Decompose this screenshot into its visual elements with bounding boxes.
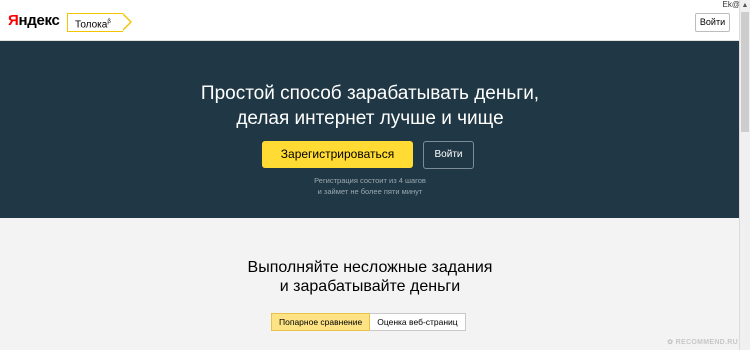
scroll-thumb[interactable] bbox=[741, 12, 749, 132]
register-button[interactable]: Зарегистрироваться bbox=[262, 141, 413, 168]
header-login-button[interactable]: Войти bbox=[695, 13, 730, 32]
watermark: ✿ RECOMMEND.RU bbox=[667, 339, 738, 346]
page-scrollbar[interactable]: ▲ bbox=[739, 0, 750, 350]
tasks-title-line-2: и зарабатывайте деньги bbox=[279, 278, 461, 295]
tasks-title-line-1: Выполняйте несложные задания bbox=[247, 259, 493, 276]
site-header: Яндекс Толокаβ Войти bbox=[0, 0, 740, 41]
corner-label: Ek@ bbox=[722, 0, 740, 9]
hero-title: Простой способ зарабатывать деньги, дела… bbox=[0, 81, 740, 131]
registration-note-line-2: и займет не более пяти минут bbox=[317, 187, 423, 196]
registration-note-line-1: Регистрация состоит из 4 шагов bbox=[314, 176, 426, 185]
hero-title-line-1: Простой способ зарабатывать деньги, bbox=[200, 83, 540, 104]
beta-badge: β bbox=[107, 19, 111, 25]
tab-pairwise-comparison[interactable]: Попарное сравнение bbox=[271, 313, 371, 331]
hero-login-button[interactable]: Войти bbox=[423, 141, 474, 169]
scroll-up-arrow-icon[interactable]: ▲ bbox=[740, 0, 750, 11]
toloka-service-tag[interactable]: Толокаβ bbox=[67, 13, 132, 32]
yandex-logo[interactable]: Яндекс bbox=[8, 12, 60, 29]
hero-title-line-2: делая интернет лучше и чище bbox=[236, 108, 504, 129]
tab-web-page-rating[interactable]: Оценка веб-страниц bbox=[370, 313, 466, 331]
logo-rest: ндекс bbox=[18, 12, 60, 29]
registration-note: Регистрация состоит из 4 шагов и займет … bbox=[0, 175, 740, 197]
task-type-tabs: Попарное сравнение Оценка веб-страниц bbox=[271, 313, 466, 331]
hero-section: Простой способ зарабатывать деньги, дела… bbox=[0, 41, 740, 218]
tasks-section-title: Выполняйте несложные задания и зарабатыв… bbox=[0, 258, 740, 296]
logo-first-letter: Я bbox=[8, 12, 19, 29]
toloka-label: Толока bbox=[75, 19, 108, 31]
